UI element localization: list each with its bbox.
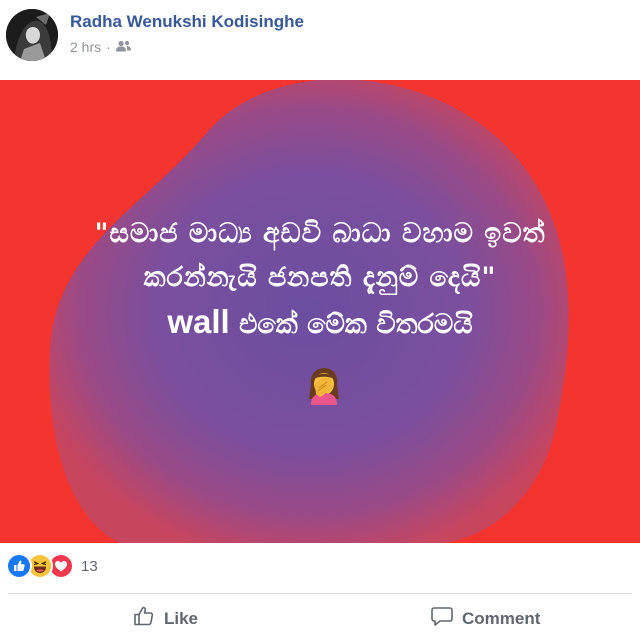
reactions-bar[interactable]: 13 [6,553,98,579]
like-label: Like [164,608,199,628]
post-meta: 2 hrs · [70,39,131,55]
thumbs-up-icon [132,604,156,633]
post-actions: Like Comment [0,594,640,640]
facepalm-emoji [306,365,342,405]
comment-button[interactable]: Comment [430,604,540,633]
author-name[interactable]: Radha Wenukshi Kodisinghe [70,12,304,32]
comment-label: Comment [462,608,541,628]
post-time[interactable]: 2 hrs [70,39,101,55]
comment-icon [430,604,454,633]
post-text-line-3: wall එකේ මේක විතරමයි [0,300,640,347]
meta-separator: · [106,39,111,55]
post-text-latin-word: wall [167,303,230,340]
reaction-count[interactable]: 13 [81,558,98,575]
like-reaction-icon[interactable] [6,553,32,579]
post-text-sinhala-tail: එකේ මේක විතරමයි [229,309,473,340]
author-avatar[interactable] [6,9,58,61]
like-button[interactable]: Like [132,604,198,633]
post-header: Radha Wenukshi Kodisinghe 2 hrs · [0,0,640,80]
post-text-line-2: කරන්නැයි ජනපති දැනුම් දෙයි" [143,262,497,293]
post-text: "සමාජ මාධ්‍ය අඩවි බාධා වහාම ඉවත් කරන්නැය… [0,212,640,347]
post-text-line-1: "සමාජ මාධ්‍ය අඩවි බාධා වහාම ඉවත් [94,218,546,249]
friends-icon[interactable] [115,39,131,55]
